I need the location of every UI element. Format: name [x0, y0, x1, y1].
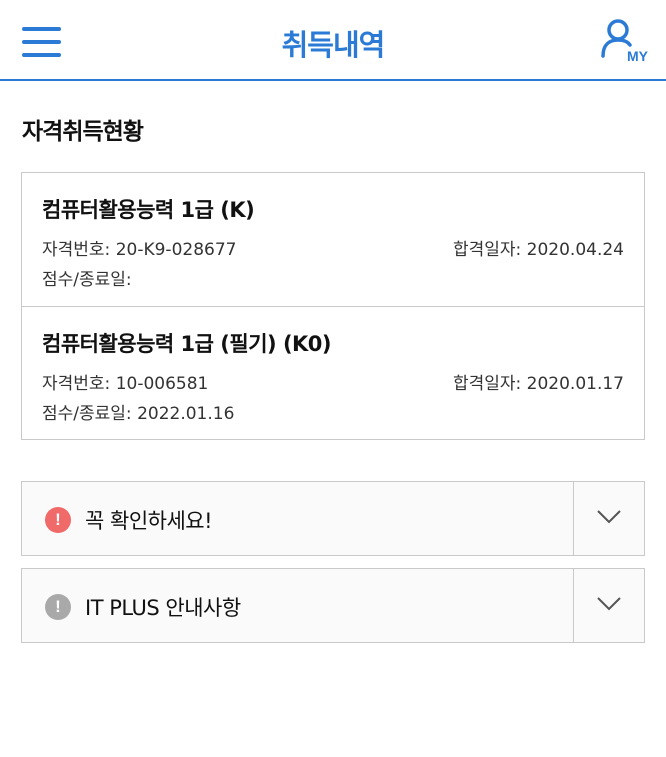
pass-date: 2020.01.17 [526, 374, 624, 394]
pass-date-label: 합격일자: [452, 374, 522, 394]
score-label: 점수/종료일: [42, 270, 132, 290]
my-page-button[interactable]: MY [600, 18, 648, 66]
notice-label: IT PLUS 안내사항 [85, 596, 241, 620]
score-row: 점수/종료일: 2022.01.16 [42, 399, 234, 424]
section-title: 자격취득현황 [22, 119, 144, 145]
exclamation-icon: ! [45, 594, 71, 620]
certificate-number-label: 자격번호: [42, 240, 111, 260]
notice-accordion-important[interactable]: ! 꼭 확인하세요! [21, 481, 645, 556]
pass-date: 2020.04.24 [526, 240, 624, 260]
certificate-number: 20-K9-028677 [115, 240, 237, 260]
expand-toggle[interactable] [573, 569, 644, 642]
certificate-number-label: 자격번호: [42, 374, 111, 394]
certificate-number-row: 자격번호: 10-006581 [42, 369, 208, 394]
notice-accordion-itplus[interactable]: ! IT PLUS 안내사항 [21, 568, 645, 643]
expand-toggle[interactable] [573, 482, 644, 555]
certificate-number: 10-006581 [115, 374, 209, 394]
chevron-down-icon [597, 597, 621, 611]
certificate-list: 컴퓨터활용능력 1급 (K) 자격번호: 20-K9-028677 합격일자: … [21, 172, 645, 440]
pass-date-row: 합격일자: 2020.01.17 [453, 369, 624, 394]
notice-label: 꼭 확인하세요! [85, 509, 213, 533]
certificate-name: 컴퓨터활용능력 1급 (필기) (K0) [42, 332, 332, 356]
exclamation-icon: ! [45, 507, 71, 533]
chevron-down-icon [597, 510, 621, 524]
page-title: 취득내역 [281, 28, 386, 62]
score-row: 점수/종료일: [42, 265, 132, 290]
app-header: 취득내역 MY [0, 0, 666, 81]
score-label: 점수/종료일: [42, 404, 132, 424]
certificate-item: 컴퓨터활용능력 1급 (필기) (K0) 자격번호: 10-006581 합격일… [22, 306, 644, 439]
score-value: 2022.01.16 [137, 404, 235, 424]
pass-date-row: 합격일자: 2020.04.24 [453, 235, 624, 260]
pass-date-label: 합격일자: [452, 240, 522, 260]
certificate-name: 컴퓨터활용능력 1급 (K) [42, 198, 255, 222]
my-label: MY [627, 48, 648, 64]
certificate-item: 컴퓨터활용능력 1급 (K) 자격번호: 20-K9-028677 합격일자: … [22, 173, 644, 306]
certificate-number-row: 자격번호: 20-K9-028677 [42, 235, 236, 260]
